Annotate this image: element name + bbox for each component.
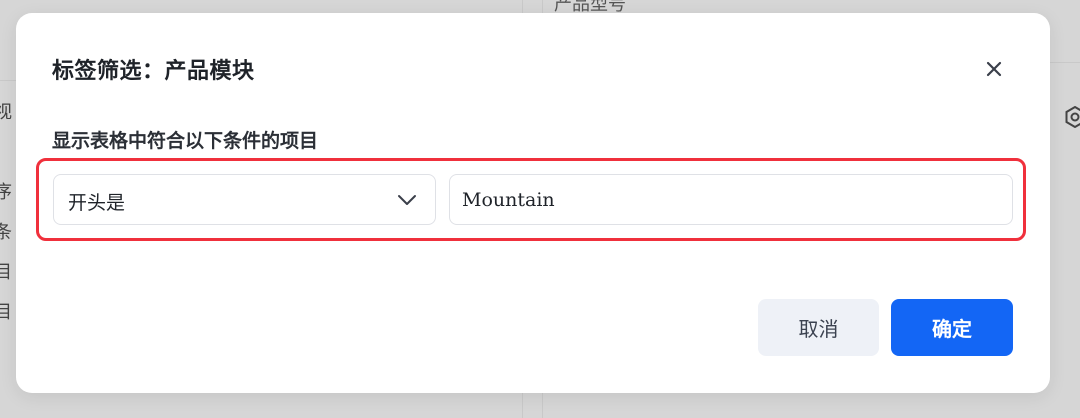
tag-filter-dialog: 标签筛选：产品模块 显示表格中符合以下条件的项目 开头是 取消 确定 [16,13,1050,393]
settings-icon [1064,105,1080,129]
condition-select-value: 开头是 [68,192,126,214]
background-divider [1050,62,1080,63]
condition-select[interactable]: 开头是 [53,174,436,225]
chevron-down-icon [397,192,417,208]
cancel-button[interactable]: 取消 [758,299,879,356]
filter-value-input[interactable] [449,174,1013,225]
confirm-button[interactable]: 确定 [891,299,1013,356]
close-icon[interactable] [982,57,1006,81]
dialog-title: 标签筛选：产品模块 [52,59,255,84]
background-label: 条 [0,222,12,243]
filter-description: 显示表格中符合以下条件的项目 [52,130,319,152]
background-label: 序 [0,182,12,203]
background-label: 目 [0,262,12,283]
background-label: 视 [0,102,12,123]
background-label: 目 [0,302,12,323]
